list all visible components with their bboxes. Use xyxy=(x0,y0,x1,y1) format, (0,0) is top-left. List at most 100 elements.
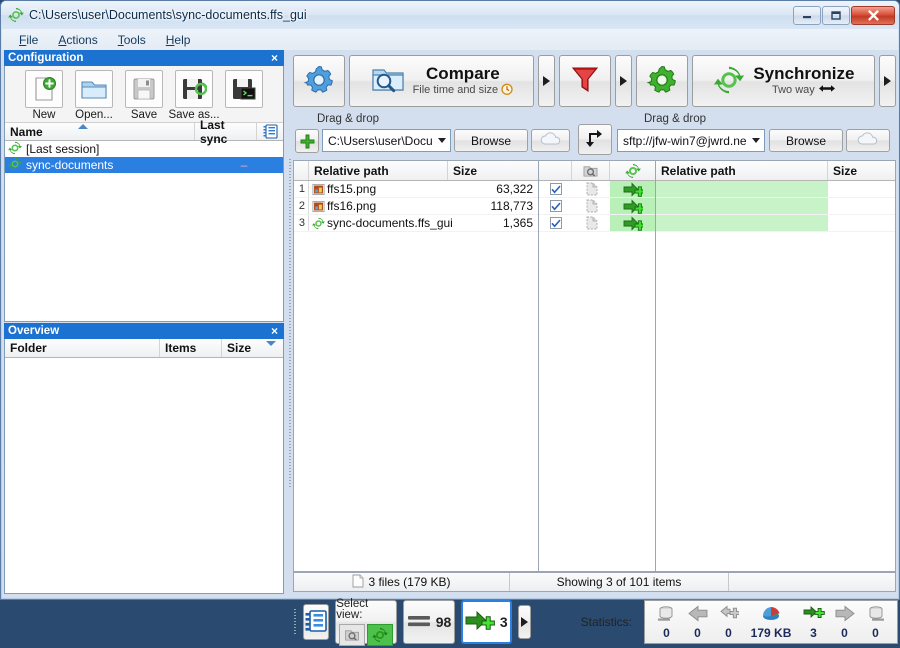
right-path-input[interactable]: sftp://jfw-win7@jwrd.ne xyxy=(617,129,765,152)
right-file-name xyxy=(656,215,828,231)
filter-button[interactable] xyxy=(558,55,611,107)
chevron-right-icon xyxy=(542,76,550,86)
save-config-button[interactable]: Save xyxy=(120,70,168,121)
row-number: 1 xyxy=(294,181,309,197)
action-sync-icon[interactable] xyxy=(610,161,655,180)
left-col-size[interactable]: Size xyxy=(448,161,538,180)
equal-icon xyxy=(407,613,431,632)
synchronize-title: Synchronize xyxy=(753,64,855,84)
open-config-label: Open... xyxy=(75,109,113,121)
png-file-icon xyxy=(309,200,327,213)
global-settings-button[interactable] xyxy=(293,55,345,107)
menu-file[interactable]: File xyxy=(10,31,47,49)
table-row[interactable] xyxy=(539,198,655,215)
sync-view-icon[interactable] xyxy=(367,623,394,646)
configuration-body: New Open... Save Save as... Name Last sy… xyxy=(4,66,284,322)
checkbox-checked-icon xyxy=(549,183,562,195)
right-cloud-button[interactable] xyxy=(846,129,890,152)
blue-gear-icon xyxy=(302,63,336,100)
left-browse-button[interactable]: Browse xyxy=(454,129,528,152)
main-area: Compare File time and size Synchronize T… xyxy=(287,50,896,596)
two-way-arrow-icon xyxy=(818,83,836,97)
open-config-button[interactable]: Open... xyxy=(70,70,118,121)
magnifier-view-icon[interactable] xyxy=(339,623,366,646)
left-file-grid[interactable]: Relative path Size 1 ffs15.png 63,322 2 … xyxy=(294,161,539,571)
menu-help[interactable]: Help xyxy=(157,31,200,49)
cloud-icon xyxy=(539,132,563,149)
compare-button[interactable]: Compare File time and size xyxy=(349,55,534,107)
status-right xyxy=(729,573,895,591)
table-row[interactable] xyxy=(656,181,895,198)
sync-settings-button[interactable] xyxy=(635,55,688,107)
filter-equal-button[interactable]: 98 xyxy=(403,600,455,644)
save-as-batch-icon xyxy=(225,70,263,108)
select-view-toggles xyxy=(339,623,394,646)
view-settings-button[interactable] xyxy=(303,604,330,640)
right-col-size[interactable]: Size xyxy=(828,161,895,180)
stat-value: 179 KB xyxy=(750,626,792,640)
table-row[interactable] xyxy=(539,215,655,232)
overview-col-items[interactable]: Items xyxy=(160,339,222,357)
create-right-icon[interactable] xyxy=(610,215,655,231)
save-as-config-button[interactable]: Save as... xyxy=(168,70,220,121)
row-checkbox[interactable] xyxy=(539,183,572,195)
stat-value: 3 xyxy=(810,625,817,640)
checkbox-checked-icon xyxy=(549,217,562,229)
create-right-icon[interactable] xyxy=(610,181,655,197)
overview-col-folder[interactable]: Folder xyxy=(5,339,160,357)
table-row[interactable] xyxy=(539,181,655,198)
left-col-rownum xyxy=(294,161,309,180)
menu-tools[interactable]: Tools xyxy=(109,31,155,49)
config-col-last-sync[interactable]: Last sync xyxy=(195,118,257,146)
table-row[interactable]: 1 ffs15.png 63,322 xyxy=(294,181,538,198)
configuration-caption: Configuration × xyxy=(4,50,284,66)
maximize-button[interactable] xyxy=(822,5,850,25)
swap-sides-button[interactable] xyxy=(578,124,612,155)
row-checkbox[interactable] xyxy=(539,217,572,229)
right-browse-button[interactable]: Browse xyxy=(769,129,843,152)
filter-create-button[interactable]: 3 xyxy=(460,600,513,644)
open-config-icon xyxy=(75,70,113,108)
statistics-label: Statistics: xyxy=(580,615,633,629)
row-checkbox[interactable] xyxy=(539,200,572,212)
select-all-icon[interactable] xyxy=(572,161,610,180)
configuration-close-icon[interactable]: × xyxy=(269,51,280,65)
right-file-grid[interactable]: Relative path Size xyxy=(656,161,895,571)
left-cloud-button[interactable] xyxy=(531,129,570,152)
add-folder-pair-button[interactable] xyxy=(295,129,319,153)
right-col-relative-path[interactable]: Relative path xyxy=(656,161,828,180)
file-name: ffs16.png xyxy=(327,199,377,213)
sync-options-dropdown[interactable] xyxy=(879,55,896,107)
filter-options-dropdown[interactable] xyxy=(614,55,632,107)
minimize-button[interactable] xyxy=(793,5,821,25)
compare-options-dropdown[interactable] xyxy=(537,55,555,107)
table-row[interactable] xyxy=(656,215,895,232)
overview-col-size[interactable]: Size xyxy=(222,339,282,357)
create-right-icon[interactable] xyxy=(610,198,655,214)
table-row[interactable] xyxy=(656,198,895,215)
overview-dock: Overview × Folder Items Size xyxy=(4,323,284,596)
close-button[interactable] xyxy=(851,5,895,25)
left-col-relative-path[interactable]: Relative path xyxy=(309,161,448,180)
chevron-down-icon[interactable] xyxy=(747,130,764,151)
config-row-sync-documents[interactable]: sync-documents – xyxy=(5,157,283,173)
synchronize-button[interactable]: Synchronize Two way xyxy=(691,55,875,107)
table-row[interactable]: 2 ffs16.png 118,773 xyxy=(294,198,538,215)
chevron-down-icon[interactable] xyxy=(433,130,450,151)
bottom-bar-grip[interactable] xyxy=(293,600,297,644)
status-bar: 3 files (179 KB) Showing 3 of 101 items xyxy=(293,572,896,592)
middle-col-checkbox[interactable] xyxy=(539,161,572,180)
config-col-name[interactable]: Name xyxy=(5,123,195,140)
middle-grid-rows xyxy=(539,181,655,232)
overview-close-icon[interactable]: × xyxy=(269,324,280,338)
save-as-batch-button[interactable] xyxy=(220,70,268,121)
menu-actions[interactable]: Actions xyxy=(49,31,106,49)
table-row[interactable]: 3 sync-documents.ffs_gui 1,365 xyxy=(294,215,538,232)
view-settings-icon xyxy=(304,609,328,636)
more-filters-button[interactable] xyxy=(518,605,531,639)
middle-action-grid[interactable] xyxy=(539,161,656,571)
new-config-button[interactable]: New xyxy=(20,70,68,121)
configuration-title: Configuration xyxy=(8,52,84,64)
grid-settings-icon[interactable] xyxy=(257,123,283,140)
left-path-input[interactable]: C:\Users\user\Docu xyxy=(322,129,451,152)
